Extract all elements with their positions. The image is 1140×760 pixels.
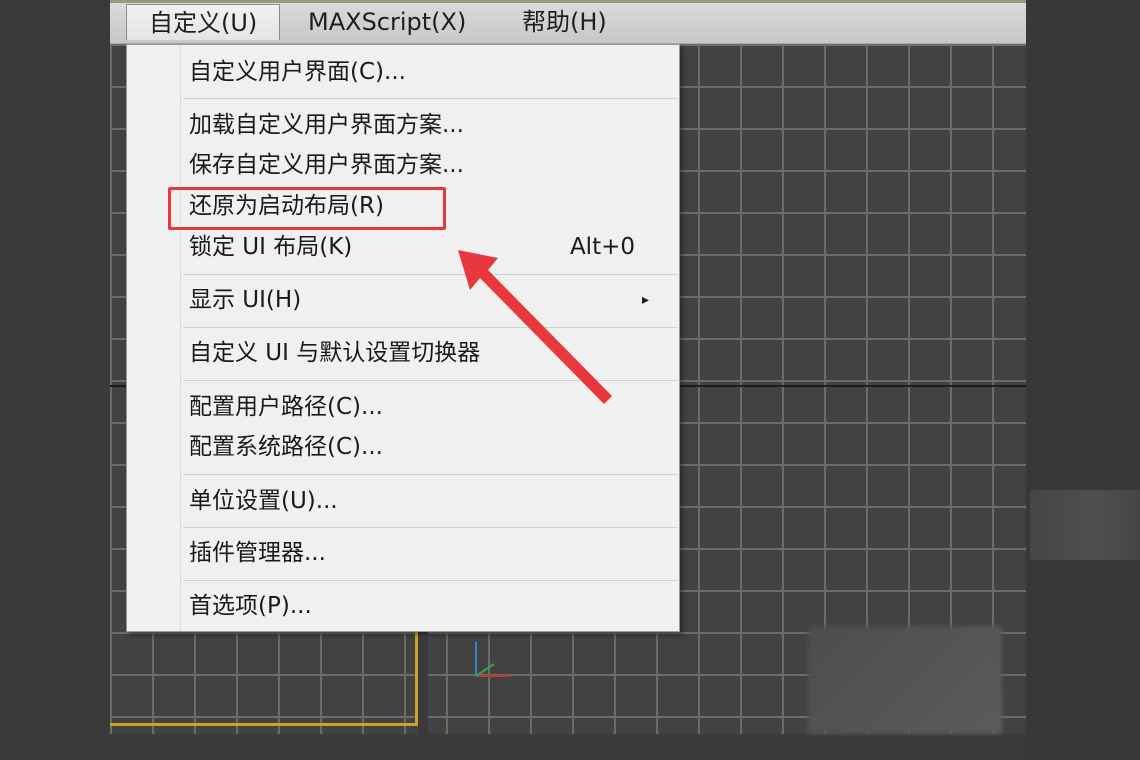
menu-item-save-ui-scheme[interactable]: 保存自定义用户界面方案... bbox=[189, 145, 669, 185]
submenu-arrow-icon: ▸ bbox=[641, 292, 649, 308]
menu-item-label: 加载自定义用户界面方案... bbox=[189, 112, 464, 138]
left-panel bbox=[0, 0, 110, 760]
menu-item-plugin-manager[interactable]: 插件管理器... bbox=[189, 533, 669, 573]
viewport-blur-patch bbox=[808, 626, 1002, 734]
menu-item-label: 自定义 UI 与默认设置切换器 bbox=[189, 340, 481, 366]
menu-item-load-ui-scheme[interactable]: 加载自定义用户界面方案... bbox=[189, 105, 669, 145]
menu-item-label: 保存自定义用户界面方案... bbox=[189, 152, 464, 178]
menu-item-label: 显示 UI(H) bbox=[189, 287, 302, 313]
menu-item-label: 插件管理器... bbox=[189, 540, 326, 566]
menu-help[interactable]: 帮助(H) bbox=[500, 4, 629, 40]
axis-gizmo-icon bbox=[475, 642, 510, 677]
menu-item-label: 锁定 UI 布局(K) bbox=[189, 234, 353, 260]
menu-item-units-setup[interactable]: 单位设置(U)... bbox=[189, 481, 669, 521]
menu-item-preferences[interactable]: 首选项(P)... bbox=[189, 586, 669, 626]
menu-separator bbox=[183, 527, 677, 528]
menu-item-label: 配置用户路径(C)... bbox=[189, 394, 383, 420]
menu-maxscript[interactable]: MAXScript(X) bbox=[286, 4, 488, 40]
menu-customize[interactable]: 自定义(U) bbox=[126, 4, 281, 40]
annotation-arrow-icon bbox=[458, 250, 612, 404]
menu-separator bbox=[183, 580, 677, 581]
blurred-content bbox=[1030, 490, 1140, 560]
menu-icon-gutter bbox=[180, 45, 181, 631]
menu-separator bbox=[183, 98, 677, 99]
right-panel bbox=[1026, 0, 1140, 760]
menu-item-customize-ui[interactable]: 自定义用户界面(C)... bbox=[189, 52, 669, 92]
menu-item-label: 单位设置(U)... bbox=[189, 488, 338, 514]
menu-item-label: 配置系统路径(C)... bbox=[189, 434, 383, 460]
menu-item-configure-system-paths[interactable]: 配置系统路径(C)... bbox=[189, 427, 669, 467]
menubar-top-accent bbox=[110, 0, 1026, 3]
bottom-strip bbox=[110, 734, 1026, 760]
annotation-highlight-box bbox=[168, 187, 446, 230]
menu-item-label: 自定义用户界面(C)... bbox=[189, 59, 406, 85]
menubar: 自定义(U) MAXScript(X) 帮助(H) bbox=[110, 0, 1026, 44]
menu-item-label: 首选项(P)... bbox=[189, 593, 312, 619]
menu-separator bbox=[183, 474, 677, 475]
